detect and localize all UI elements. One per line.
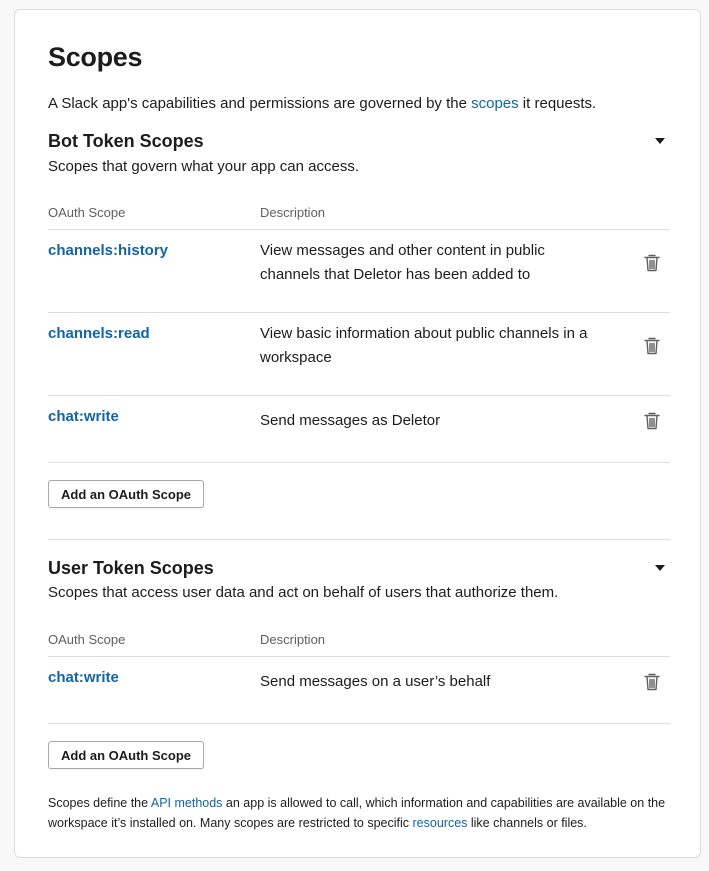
scope-link-chat-write[interactable]: chat:write (48, 407, 119, 427)
user-section-collapse-caret-icon[interactable] (655, 565, 665, 571)
scopes-link[interactable]: scopes (471, 95, 519, 112)
scope-link-channels-read[interactable]: channels:read (48, 324, 150, 344)
bot-col-description: Description (260, 205, 326, 220)
user-token-scopes-title: User Token Scopes (48, 558, 214, 578)
section-divider (48, 539, 670, 540)
divider (48, 312, 670, 313)
add-bot-oauth-scope-button[interactable]: Add an OAuth Scope (48, 480, 204, 508)
scope-description: Send messages as Deletor (260, 412, 441, 429)
user-col-oauth-scope: OAuth Scope (48, 632, 126, 647)
bot-section-collapse-caret-icon[interactable] (655, 138, 665, 144)
page-title: Scopes (48, 42, 143, 72)
trash-icon[interactable] (643, 672, 661, 692)
bot-token-scopes-subtitle: Scopes that govern what your app can acc… (48, 158, 360, 175)
scope-description: View messages and other content in publi… (260, 242, 545, 283)
scope-description: View basic information about public chan… (260, 325, 588, 366)
divider (48, 656, 670, 657)
add-user-oauth-scope-button[interactable]: Add an OAuth Scope (48, 741, 204, 769)
scope-link-channels-history[interactable]: channels:history (48, 241, 168, 261)
trash-icon[interactable] (643, 336, 661, 356)
resources-link[interactable]: resources (413, 816, 468, 830)
api-methods-link[interactable]: API methods (151, 796, 223, 810)
intro-text: A Slack app's capabilities and permissio… (48, 95, 597, 112)
scope-description: Send messages on a user’s behalf (260, 673, 491, 690)
scopes-footer-text: Scopes define the API methods an app is … (48, 796, 666, 830)
user-token-scopes-subtitle: Scopes that access user data and act on … (48, 584, 559, 601)
bot-token-scopes-title: Bot Token Scopes (48, 131, 204, 151)
divider (48, 723, 670, 724)
trash-icon[interactable] (643, 411, 661, 431)
divider (48, 229, 670, 230)
trash-icon[interactable] (643, 253, 661, 273)
scope-link-chat-write-user[interactable]: chat:write (48, 668, 119, 688)
divider (48, 395, 670, 396)
divider (48, 462, 670, 463)
bot-col-oauth-scope: OAuth Scope (48, 205, 126, 220)
scopes-card: Scopes A Slack app's capabilities and pe… (14, 9, 701, 858)
user-col-description: Description (260, 632, 326, 647)
